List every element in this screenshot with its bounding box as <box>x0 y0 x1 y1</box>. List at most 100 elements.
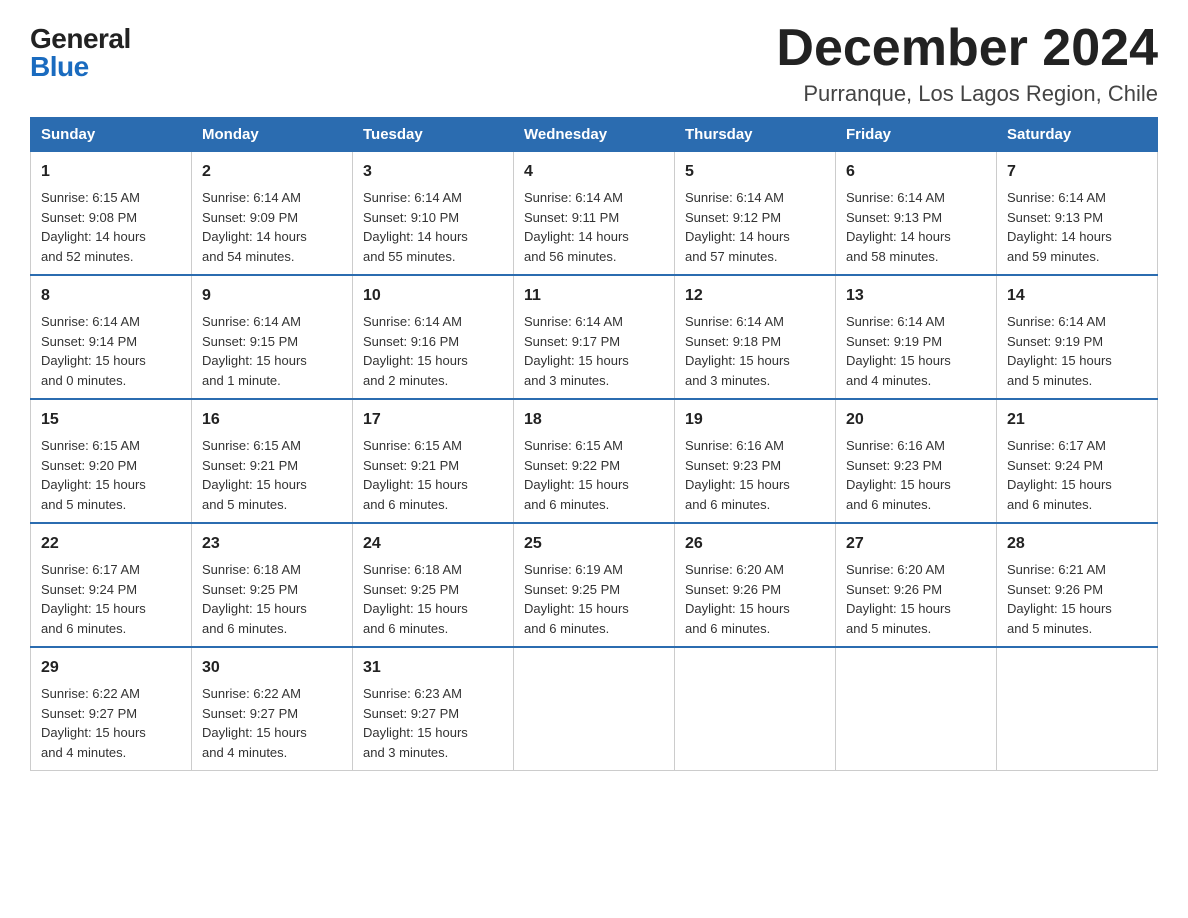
day-number: 5 <box>685 160 825 184</box>
calendar-cell: 17Sunrise: 6:15 AM Sunset: 9:21 PM Dayli… <box>353 399 514 523</box>
calendar-cell: 31 Sunrise: 6:23 AM Sunset: 9:27 PM Dayli… <box>353 647 514 771</box>
calendar-cell: 18Sunrise: 6:15 AM Sunset: 9:22 PM Dayli… <box>514 399 675 523</box>
calendar-cell <box>997 647 1158 771</box>
calendar-cell: 10 Sunrise: 6:14 AM Sunset: 9:16 PM Dayli… <box>353 275 514 399</box>
calendar-cell: 25 Sunrise: 6:19 AM Sunset: 9:25 PM Dayli… <box>514 523 675 647</box>
calendar-cell: 9 Sunrise: 6:14 AM Sunset: 9:15 PM Daylig… <box>192 275 353 399</box>
logo-blue-text: Blue <box>30 53 89 81</box>
calendar-week-row-4: 22 Sunrise: 6:17 AM Sunset: 9:24 PM Dayli… <box>31 523 1158 647</box>
day-info: Sunrise: 6:17 AM Sunset: 9:24 PM Dayligh… <box>41 562 146 636</box>
calendar-cell <box>514 647 675 771</box>
calendar-cell: 21 Sunrise: 6:17 AM Sunset: 9:24 PM Dayli… <box>997 399 1158 523</box>
day-info: Sunrise: 6:14 AM Sunset: 9:13 PM Dayligh… <box>1007 190 1112 264</box>
calendar-cell: 1 Sunrise: 6:15 AM Sunset: 9:08 PM Daylig… <box>31 152 192 276</box>
day-number: 12 <box>685 284 825 308</box>
day-info: Sunrise: 6:14 AM Sunset: 9:18 PM Dayligh… <box>685 314 790 388</box>
day-info: Sunrise: 6:16 AM Sunset: 9:23 PM Dayligh… <box>846 438 951 512</box>
calendar-header-sunday: Sunday <box>31 118 192 152</box>
day-number: 28 <box>1007 532 1147 556</box>
logo: General Blue <box>30 25 131 81</box>
calendar-header: SundayMondayTuesdayWednesdayThursdayFrid… <box>31 118 1158 152</box>
day-number: 11 <box>524 284 664 308</box>
calendar-week-row-3: 15Sunrise: 6:15 AM Sunset: 9:20 PM Dayli… <box>31 399 1158 523</box>
day-number: 15 <box>41 408 181 432</box>
day-info: Sunrise: 6:14 AM Sunset: 9:17 PM Dayligh… <box>524 314 629 388</box>
day-number: 4 <box>524 160 664 184</box>
day-info: Sunrise: 6:22 AM Sunset: 9:27 PM Dayligh… <box>202 686 307 760</box>
day-number: 2 <box>202 160 342 184</box>
day-info: Sunrise: 6:21 AM Sunset: 9:26 PM Dayligh… <box>1007 562 1112 636</box>
day-info: Sunrise: 6:20 AM Sunset: 9:26 PM Dayligh… <box>846 562 951 636</box>
calendar-cell: 14 Sunrise: 6:14 AM Sunset: 9:19 PM Dayli… <box>997 275 1158 399</box>
day-info: Sunrise: 6:18 AM Sunset: 9:25 PM Dayligh… <box>363 562 468 636</box>
calendar-cell: 30 Sunrise: 6:22 AM Sunset: 9:27 PM Dayli… <box>192 647 353 771</box>
day-info: Sunrise: 6:20 AM Sunset: 9:26 PM Dayligh… <box>685 562 790 636</box>
calendar-cell: 7 Sunrise: 6:14 AM Sunset: 9:13 PM Daylig… <box>997 152 1158 276</box>
calendar-week-row-2: 8Sunrise: 6:14 AM Sunset: 9:14 PM Daylig… <box>31 275 1158 399</box>
day-info: Sunrise: 6:16 AM Sunset: 9:23 PM Dayligh… <box>685 438 790 512</box>
calendar-cell: 28 Sunrise: 6:21 AM Sunset: 9:26 PM Dayli… <box>997 523 1158 647</box>
day-number: 20 <box>846 408 986 432</box>
day-number: 25 <box>524 532 664 556</box>
calendar-cell: 16Sunrise: 6:15 AM Sunset: 9:21 PM Dayli… <box>192 399 353 523</box>
day-number: 6 <box>846 160 986 184</box>
day-info: Sunrise: 6:19 AM Sunset: 9:25 PM Dayligh… <box>524 562 629 636</box>
day-info: Sunrise: 6:14 AM Sunset: 9:09 PM Dayligh… <box>202 190 307 264</box>
day-info: Sunrise: 6:14 AM Sunset: 9:14 PM Dayligh… <box>41 314 146 388</box>
day-info: Sunrise: 6:14 AM Sunset: 9:13 PM Dayligh… <box>846 190 951 264</box>
day-info: Sunrise: 6:17 AM Sunset: 9:24 PM Dayligh… <box>1007 438 1112 512</box>
calendar-cell: 2 Sunrise: 6:14 AM Sunset: 9:09 PM Daylig… <box>192 152 353 276</box>
calendar-cell: 22 Sunrise: 6:17 AM Sunset: 9:24 PM Dayli… <box>31 523 192 647</box>
calendar-week-row-1: 1 Sunrise: 6:15 AM Sunset: 9:08 PM Daylig… <box>31 152 1158 276</box>
calendar-cell: 12 Sunrise: 6:14 AM Sunset: 9:18 PM Dayli… <box>675 275 836 399</box>
day-number: 22 <box>41 532 181 556</box>
day-info: Sunrise: 6:22 AM Sunset: 9:27 PM Dayligh… <box>41 686 146 760</box>
day-info: Sunrise: 6:14 AM Sunset: 9:19 PM Dayligh… <box>846 314 951 388</box>
day-number: 16 <box>202 408 342 432</box>
day-number: 1 <box>41 160 181 184</box>
calendar-header-friday: Friday <box>836 118 997 152</box>
page-header: General Blue December 2024 Purranque, Lo… <box>30 20 1158 107</box>
day-number: 3 <box>363 160 503 184</box>
day-number: 19 <box>685 408 825 432</box>
calendar-header-monday: Monday <box>192 118 353 152</box>
day-info: Sunrise: 6:14 AM Sunset: 9:11 PM Dayligh… <box>524 190 629 264</box>
day-info: Sunrise: 6:14 AM Sunset: 9:19 PM Dayligh… <box>1007 314 1112 388</box>
day-number: 26 <box>685 532 825 556</box>
day-number: 10 <box>363 284 503 308</box>
calendar-cell: 4 Sunrise: 6:14 AM Sunset: 9:11 PM Daylig… <box>514 152 675 276</box>
calendar-cell: 3 Sunrise: 6:14 AM Sunset: 9:10 PM Daylig… <box>353 152 514 276</box>
calendar-cell: 8Sunrise: 6:14 AM Sunset: 9:14 PM Daylig… <box>31 275 192 399</box>
day-number: 14 <box>1007 284 1147 308</box>
calendar-cell: 27 Sunrise: 6:20 AM Sunset: 9:26 PM Dayli… <box>836 523 997 647</box>
day-info: Sunrise: 6:14 AM Sunset: 9:12 PM Dayligh… <box>685 190 790 264</box>
title-block: December 2024 Purranque, Los Lagos Regio… <box>776 20 1158 107</box>
calendar-cell: 23Sunrise: 6:18 AM Sunset: 9:25 PM Dayli… <box>192 523 353 647</box>
day-info: Sunrise: 6:23 AM Sunset: 9:27 PM Dayligh… <box>363 686 468 760</box>
day-info: Sunrise: 6:15 AM Sunset: 9:08 PM Dayligh… <box>41 190 146 264</box>
calendar-cell: 24 Sunrise: 6:18 AM Sunset: 9:25 PM Dayli… <box>353 523 514 647</box>
day-number: 27 <box>846 532 986 556</box>
day-info: Sunrise: 6:18 AM Sunset: 9:25 PM Dayligh… <box>202 562 307 636</box>
day-info: Sunrise: 6:14 AM Sunset: 9:16 PM Dayligh… <box>363 314 468 388</box>
calendar-header-saturday: Saturday <box>997 118 1158 152</box>
calendar-week-row-5: 29 Sunrise: 6:22 AM Sunset: 9:27 PM Dayli… <box>31 647 1158 771</box>
calendar-header-thursday: Thursday <box>675 118 836 152</box>
day-number: 7 <box>1007 160 1147 184</box>
logo-general-text: General <box>30 25 131 53</box>
day-number: 24 <box>363 532 503 556</box>
day-number: 29 <box>41 656 181 680</box>
day-number: 21 <box>1007 408 1147 432</box>
calendar-cell: 29 Sunrise: 6:22 AM Sunset: 9:27 PM Dayli… <box>31 647 192 771</box>
day-number: 31 <box>363 656 503 680</box>
calendar-cell <box>836 647 997 771</box>
day-number: 9 <box>202 284 342 308</box>
day-info: Sunrise: 6:14 AM Sunset: 9:15 PM Dayligh… <box>202 314 307 388</box>
calendar-header-row: SundayMondayTuesdayWednesdayThursdayFrid… <box>31 118 1158 152</box>
day-info: Sunrise: 6:14 AM Sunset: 9:10 PM Dayligh… <box>363 190 468 264</box>
calendar-header-tuesday: Tuesday <box>353 118 514 152</box>
calendar-cell: 15Sunrise: 6:15 AM Sunset: 9:20 PM Dayli… <box>31 399 192 523</box>
day-number: 17 <box>363 408 503 432</box>
day-number: 18 <box>524 408 664 432</box>
day-number: 30 <box>202 656 342 680</box>
